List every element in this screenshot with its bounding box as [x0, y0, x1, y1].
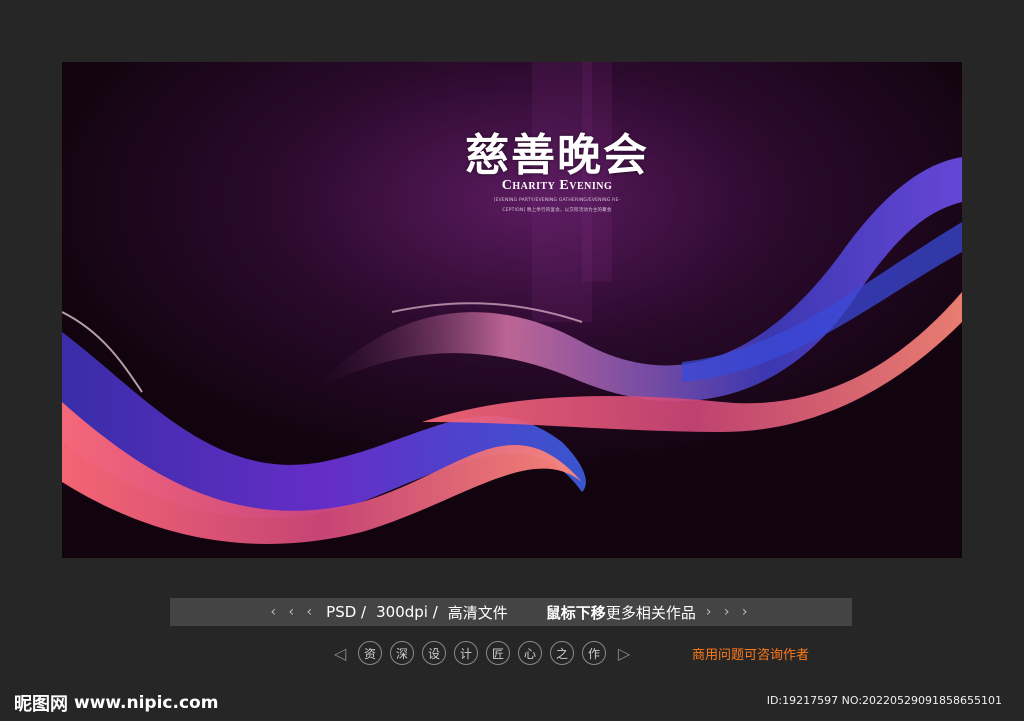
quality-label: 高清文件	[447, 603, 508, 622]
contact-author-link[interactable]: 商用问题可咨询作者	[692, 644, 809, 663]
dpi-label: 300dpi /	[376, 603, 438, 621]
hover-hint-rest: 更多相关作品	[605, 603, 696, 622]
nav-row: ◁ 资 深 设 计 匠 心 之 作 ▷	[330, 640, 634, 666]
file-info-bar: ‹ ‹ ‹ PSD / 300dpi / 高清文件 鼠标下移更多相关作品 › ›…	[170, 598, 852, 626]
site-logo[interactable]: 昵图网 www.nipic.com	[14, 690, 218, 716]
poster-subtext-2: CEPTION] 晚上举行的宴会，以交际活动为主的聚会	[502, 208, 612, 213]
poster-title-cn: 慈善晚会	[465, 130, 649, 181]
hover-hint[interactable]: 鼠标下移更多相关作品	[546, 602, 696, 623]
nav-char: 之	[550, 641, 574, 665]
format-label: PSD /	[326, 603, 367, 621]
image-id: ID:19217597 NO:20220529091858655101	[766, 694, 1002, 707]
nav-char: 深	[390, 641, 414, 665]
hover-hint-bold: 鼠标下移	[545, 603, 606, 622]
poster-image: 慈善晚会 Charity Evening [EVENING PARTY/EVEN…	[62, 62, 962, 558]
right-arrows-icon[interactable]: › › ›	[706, 604, 752, 620]
next-icon[interactable]: ▷	[614, 644, 634, 663]
nav-char: 心	[518, 641, 542, 665]
nav-char: 匠	[486, 641, 510, 665]
left-arrows-icon[interactable]: ‹ ‹ ‹	[270, 604, 316, 620]
site-url: www.nipic.com	[74, 693, 219, 713]
prev-icon[interactable]: ◁	[330, 644, 350, 663]
nav-char: 设	[422, 641, 446, 665]
nav-char: 作	[582, 641, 606, 665]
nav-char: 计	[454, 641, 478, 665]
nav-char: 资	[358, 641, 382, 665]
poster-subtext-1: [EVENING PARTY/EVENING GATHERING/EVENING…	[493, 198, 621, 203]
brand-name: 昵图网	[14, 694, 68, 715]
poster-title-block: 慈善晚会 Charity Evening [EVENING PARTY/EVEN…	[457, 132, 657, 214]
